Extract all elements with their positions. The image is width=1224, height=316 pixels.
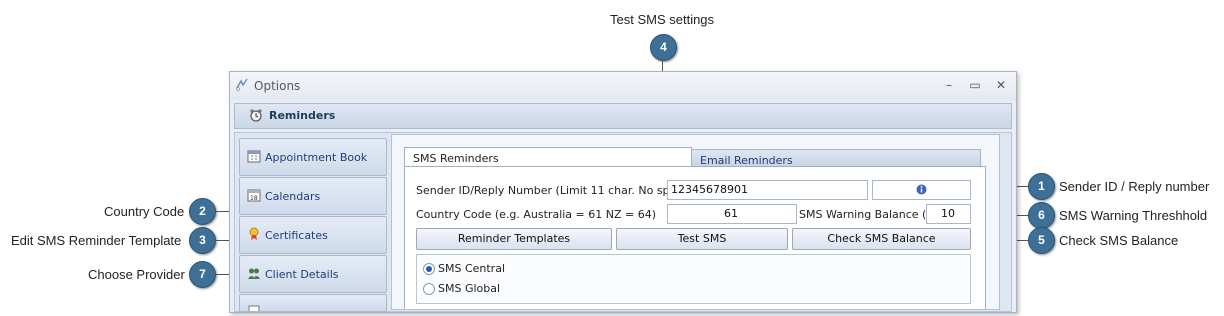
radio-sms-global[interactable]	[423, 283, 435, 295]
svg-text:18: 18	[250, 195, 258, 202]
close-button[interactable]: ✕	[992, 76, 1010, 94]
warning-balance-label: SMS Warning Balance ($)	[799, 208, 938, 221]
radio-label-sms-central: SMS Central	[438, 262, 506, 275]
maximize-button[interactable]: ▭	[966, 76, 984, 94]
section-title: Reminders	[269, 109, 336, 122]
title-bar[interactable]: Q Options – ▭ ✕	[230, 72, 1016, 100]
callout-label-test-sms: Test SMS settings	[610, 12, 715, 27]
sidebar-item-calendars[interactable]: 18 Calendars	[239, 177, 387, 215]
award-ribbon-icon	[249, 227, 259, 240]
tab-sms-reminders[interactable]: SMS Reminders	[404, 147, 692, 167]
callout-label-warning-threshold: SMS Warning Threshhold	[1059, 208, 1208, 223]
alarm-clock-icon	[250, 109, 262, 122]
warning-balance-input[interactable]: 10	[926, 204, 971, 224]
svg-text:Q: Q	[236, 87, 240, 92]
minimize-button[interactable]: –	[940, 76, 958, 94]
sender-id-label: Sender ID/Reply Number (Limit 11 char. N…	[416, 184, 700, 197]
callout-badge-5: 5	[1028, 227, 1055, 254]
calendar-grid-icon	[247, 150, 261, 163]
app-logo-icon: Q	[236, 78, 248, 92]
reminder-templates-button[interactable]: Reminder Templates	[416, 228, 612, 250]
radio-label-sms-global: SMS Global	[438, 282, 501, 295]
info-icon	[916, 184, 927, 195]
callout-badge-4: 4	[650, 34, 677, 61]
callout-label-check-balance: Check SMS Balance	[1059, 233, 1179, 248]
window-title: Options	[254, 79, 301, 93]
callout-label-choose-provider: Choose Provider	[88, 267, 185, 282]
document-icon	[248, 305, 260, 311]
callout-label-country-code: Country Code	[104, 204, 185, 219]
callout-badge-3: 3	[189, 227, 216, 254]
calendar-18-icon: 18	[247, 189, 261, 202]
sender-id-status	[872, 180, 971, 200]
callout-badge-1: 1	[1028, 173, 1055, 200]
callout-badge-2: 2	[189, 198, 216, 225]
callout-label-sender-id: Sender ID / Reply number	[1059, 179, 1210, 194]
country-code-input[interactable]: 61	[667, 204, 797, 224]
sidebar-item-label: Client Details	[265, 268, 339, 281]
sidebar-item-client-details[interactable]: Client Details	[239, 255, 387, 293]
sidebar-item-appointment-book[interactable]: Appointment Book	[239, 138, 387, 176]
people-icon	[248, 268, 260, 279]
sidebar-item-label: Appointment Book	[265, 151, 368, 164]
section-header: Reminders	[234, 103, 1012, 129]
callout-label-edit-template: Edit SMS Reminder Template	[11, 233, 182, 248]
options-window: Q Options – ▭ ✕ Reminders Appointment Bo…	[229, 71, 1017, 313]
sender-id-input[interactable]: 12345678901	[667, 180, 868, 200]
sidebar-item-certificates[interactable]: Certificates	[239, 216, 387, 254]
check-sms-balance-button[interactable]: Check SMS Balance	[792, 228, 971, 250]
callout-badge-7: 7	[189, 261, 216, 288]
tab-label: SMS Reminders	[413, 152, 499, 165]
radio-sms-central[interactable]	[423, 263, 435, 275]
sidebar-item-label: Certificates	[265, 229, 328, 242]
sidebar-item-label: Calendars	[265, 190, 321, 203]
test-sms-button[interactable]: Test SMS	[616, 228, 788, 250]
country-code-label: Country Code (e.g. Australia = 61 NZ = 6…	[416, 208, 657, 221]
callout-badge-6: 6	[1028, 202, 1055, 229]
sidebar-item-partial[interactable]	[239, 294, 387, 312]
radio-selected-dot	[426, 266, 432, 272]
